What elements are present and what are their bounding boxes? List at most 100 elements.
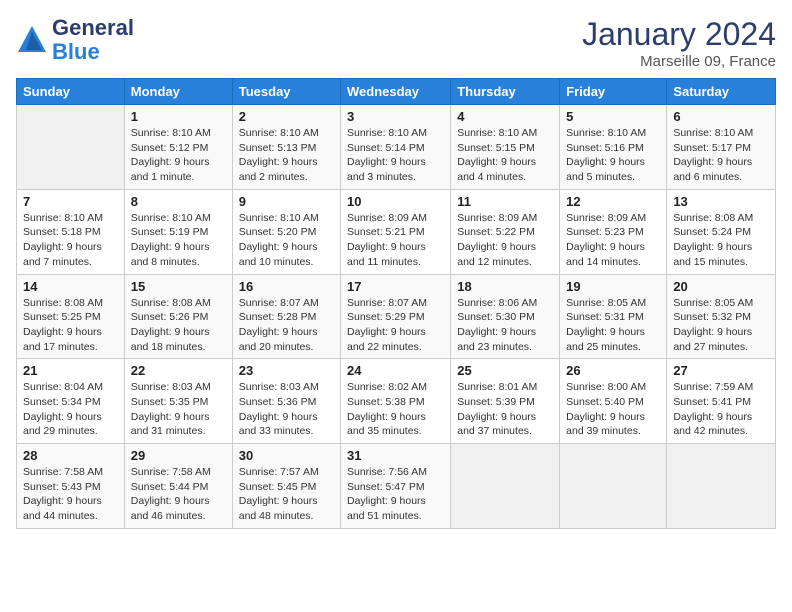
calendar-cell: 29 Sunrise: 7:58 AMSunset: 5:44 PMDayligh… <box>124 444 232 529</box>
day-number: 22 <box>131 363 226 378</box>
day-info: Sunrise: 8:01 AMSunset: 5:39 PMDaylight:… <box>457 380 553 439</box>
day-number: 5 <box>566 109 660 124</box>
day-info: Sunrise: 8:07 AMSunset: 5:28 PMDaylight:… <box>239 296 334 355</box>
day-info: Sunrise: 8:03 AMSunset: 5:36 PMDaylight:… <box>239 380 334 439</box>
day-info: Sunrise: 7:58 AMSunset: 5:44 PMDaylight:… <box>131 465 226 524</box>
calendar-cell <box>17 105 125 190</box>
logo-general: General <box>52 15 134 40</box>
day-info: Sunrise: 8:10 AMSunset: 5:20 PMDaylight:… <box>239 211 334 270</box>
day-number: 25 <box>457 363 553 378</box>
weekday-header-sunday: Sunday <box>17 79 125 105</box>
day-number: 28 <box>23 448 118 463</box>
day-info: Sunrise: 8:02 AMSunset: 5:38 PMDaylight:… <box>347 380 444 439</box>
calendar-week-5: 28 Sunrise: 7:58 AMSunset: 5:43 PMDayligh… <box>17 444 776 529</box>
day-number: 15 <box>131 279 226 294</box>
day-info: Sunrise: 8:08 AMSunset: 5:24 PMDaylight:… <box>673 211 769 270</box>
day-info: Sunrise: 8:09 AMSunset: 5:23 PMDaylight:… <box>566 211 660 270</box>
calendar-cell: 4 Sunrise: 8:10 AMSunset: 5:15 PMDaylight… <box>451 105 560 190</box>
weekday-header-wednesday: Wednesday <box>341 79 451 105</box>
calendar-cell: 2 Sunrise: 8:10 AMSunset: 5:13 PMDaylight… <box>232 105 340 190</box>
calendar-week-1: 1 Sunrise: 8:10 AMSunset: 5:12 PMDaylight… <box>17 105 776 190</box>
weekday-header-monday: Monday <box>124 79 232 105</box>
weekday-header-row: SundayMondayTuesdayWednesdayThursdayFrid… <box>17 79 776 105</box>
logo: General Blue <box>16 16 134 64</box>
day-number: 1 <box>131 109 226 124</box>
day-info: Sunrise: 7:56 AMSunset: 5:47 PMDaylight:… <box>347 465 444 524</box>
calendar-title: January 2024 <box>582 16 776 53</box>
calendar-cell: 12Sunrise: 8:09 AMSunset: 5:23 PMDayligh… <box>560 189 667 274</box>
day-info: Sunrise: 8:10 AMSunset: 5:14 PMDaylight:… <box>347 126 444 185</box>
calendar-cell: 11 Sunrise: 8:09 AMSunset: 5:22 PMDayligh… <box>451 189 560 274</box>
calendar-cell: 30Sunrise: 7:57 AMSunset: 5:45 PMDayligh… <box>232 444 340 529</box>
calendar-cell: 3 Sunrise: 8:10 AMSunset: 5:14 PMDaylight… <box>341 105 451 190</box>
day-info: Sunrise: 8:10 AMSunset: 5:13 PMDaylight:… <box>239 126 334 185</box>
day-info: Sunrise: 8:05 AMSunset: 5:31 PMDaylight:… <box>566 296 660 355</box>
calendar-cell: 17 Sunrise: 8:07 AMSunset: 5:29 PMDayligh… <box>341 274 451 359</box>
day-info: Sunrise: 8:04 AMSunset: 5:34 PMDaylight:… <box>23 380 118 439</box>
calendar-cell: 18Sunrise: 8:06 AMSunset: 5:30 PMDayligh… <box>451 274 560 359</box>
day-number: 14 <box>23 279 118 294</box>
calendar-cell: 8 Sunrise: 8:10 AMSunset: 5:19 PMDaylight… <box>124 189 232 274</box>
calendar-subtitle: Marseille 09, France <box>582 53 776 70</box>
day-number: 21 <box>23 363 118 378</box>
calendar-cell: 25 Sunrise: 8:01 AMSunset: 5:39 PMDayligh… <box>451 359 560 444</box>
calendar-cell: 24Sunrise: 8:02 AMSunset: 5:38 PMDayligh… <box>341 359 451 444</box>
logo-blue: Blue <box>52 39 100 64</box>
day-info: Sunrise: 7:57 AMSunset: 5:45 PMDaylight:… <box>239 465 334 524</box>
day-info: Sunrise: 8:05 AMSunset: 5:32 PMDaylight:… <box>673 296 769 355</box>
calendar-cell: 10Sunrise: 8:09 AMSunset: 5:21 PMDayligh… <box>341 189 451 274</box>
calendar-week-3: 14 Sunrise: 8:08 AMSunset: 5:25 PMDayligh… <box>17 274 776 359</box>
calendar-cell: 7Sunrise: 8:10 AMSunset: 5:18 PMDaylight… <box>17 189 125 274</box>
day-number: 8 <box>131 194 226 209</box>
calendar-cell <box>451 444 560 529</box>
day-number: 17 <box>347 279 444 294</box>
day-info: Sunrise: 7:58 AMSunset: 5:43 PMDaylight:… <box>23 465 118 524</box>
calendar-cell: 16 Sunrise: 8:07 AMSunset: 5:28 PMDayligh… <box>232 274 340 359</box>
calendar-cell: 20 Sunrise: 8:05 AMSunset: 5:32 PMDayligh… <box>667 274 776 359</box>
calendar-week-2: 7Sunrise: 8:10 AMSunset: 5:18 PMDaylight… <box>17 189 776 274</box>
day-info: Sunrise: 7:59 AMSunset: 5:41 PMDaylight:… <box>673 380 769 439</box>
day-info: Sunrise: 8:09 AMSunset: 5:22 PMDaylight:… <box>457 211 553 270</box>
weekday-header-friday: Friday <box>560 79 667 105</box>
day-number: 3 <box>347 109 444 124</box>
calendar-cell: 26 Sunrise: 8:00 AMSunset: 5:40 PMDayligh… <box>560 359 667 444</box>
day-number: 13 <box>673 194 769 209</box>
title-section: January 2024 Marseille 09, France <box>582 16 776 70</box>
calendar-cell: 21 Sunrise: 8:04 AMSunset: 5:34 PMDayligh… <box>17 359 125 444</box>
day-number: 16 <box>239 279 334 294</box>
day-number: 20 <box>673 279 769 294</box>
day-number: 26 <box>566 363 660 378</box>
calendar-cell: 1 Sunrise: 8:10 AMSunset: 5:12 PMDaylight… <box>124 105 232 190</box>
calendar-table: SundayMondayTuesdayWednesdayThursdayFrid… <box>16 78 776 529</box>
day-info: Sunrise: 8:10 AMSunset: 5:15 PMDaylight:… <box>457 126 553 185</box>
calendar-cell: 15 Sunrise: 8:08 AMSunset: 5:26 PMDayligh… <box>124 274 232 359</box>
logo-icon <box>16 24 48 56</box>
calendar-cell <box>667 444 776 529</box>
calendar-cell: 5 Sunrise: 8:10 AMSunset: 5:16 PMDaylight… <box>560 105 667 190</box>
calendar-cell: 27Sunrise: 7:59 AMSunset: 5:41 PMDayligh… <box>667 359 776 444</box>
day-number: 4 <box>457 109 553 124</box>
day-info: Sunrise: 8:10 AMSunset: 5:12 PMDaylight:… <box>131 126 226 185</box>
day-number: 11 <box>457 194 553 209</box>
calendar-cell: 14 Sunrise: 8:08 AMSunset: 5:25 PMDayligh… <box>17 274 125 359</box>
day-info: Sunrise: 8:08 AMSunset: 5:25 PMDaylight:… <box>23 296 118 355</box>
calendar-cell: 31 Sunrise: 7:56 AMSunset: 5:47 PMDayligh… <box>341 444 451 529</box>
page-header: General Blue January 2024 Marseille 09, … <box>16 16 776 70</box>
day-info: Sunrise: 8:10 AMSunset: 5:19 PMDaylight:… <box>131 211 226 270</box>
day-number: 2 <box>239 109 334 124</box>
day-info: Sunrise: 8:03 AMSunset: 5:35 PMDaylight:… <box>131 380 226 439</box>
day-number: 31 <box>347 448 444 463</box>
weekday-header-thursday: Thursday <box>451 79 560 105</box>
day-number: 10 <box>347 194 444 209</box>
calendar-cell: 23 Sunrise: 8:03 AMSunset: 5:36 PMDayligh… <box>232 359 340 444</box>
day-number: 29 <box>131 448 226 463</box>
day-info: Sunrise: 8:00 AMSunset: 5:40 PMDaylight:… <box>566 380 660 439</box>
calendar-cell <box>560 444 667 529</box>
weekday-header-tuesday: Tuesday <box>232 79 340 105</box>
calendar-cell: 9Sunrise: 8:10 AMSunset: 5:20 PMDaylight… <box>232 189 340 274</box>
day-number: 18 <box>457 279 553 294</box>
day-number: 23 <box>239 363 334 378</box>
day-info: Sunrise: 8:10 AMSunset: 5:16 PMDaylight:… <box>566 126 660 185</box>
day-info: Sunrise: 8:08 AMSunset: 5:26 PMDaylight:… <box>131 296 226 355</box>
day-info: Sunrise: 8:07 AMSunset: 5:29 PMDaylight:… <box>347 296 444 355</box>
